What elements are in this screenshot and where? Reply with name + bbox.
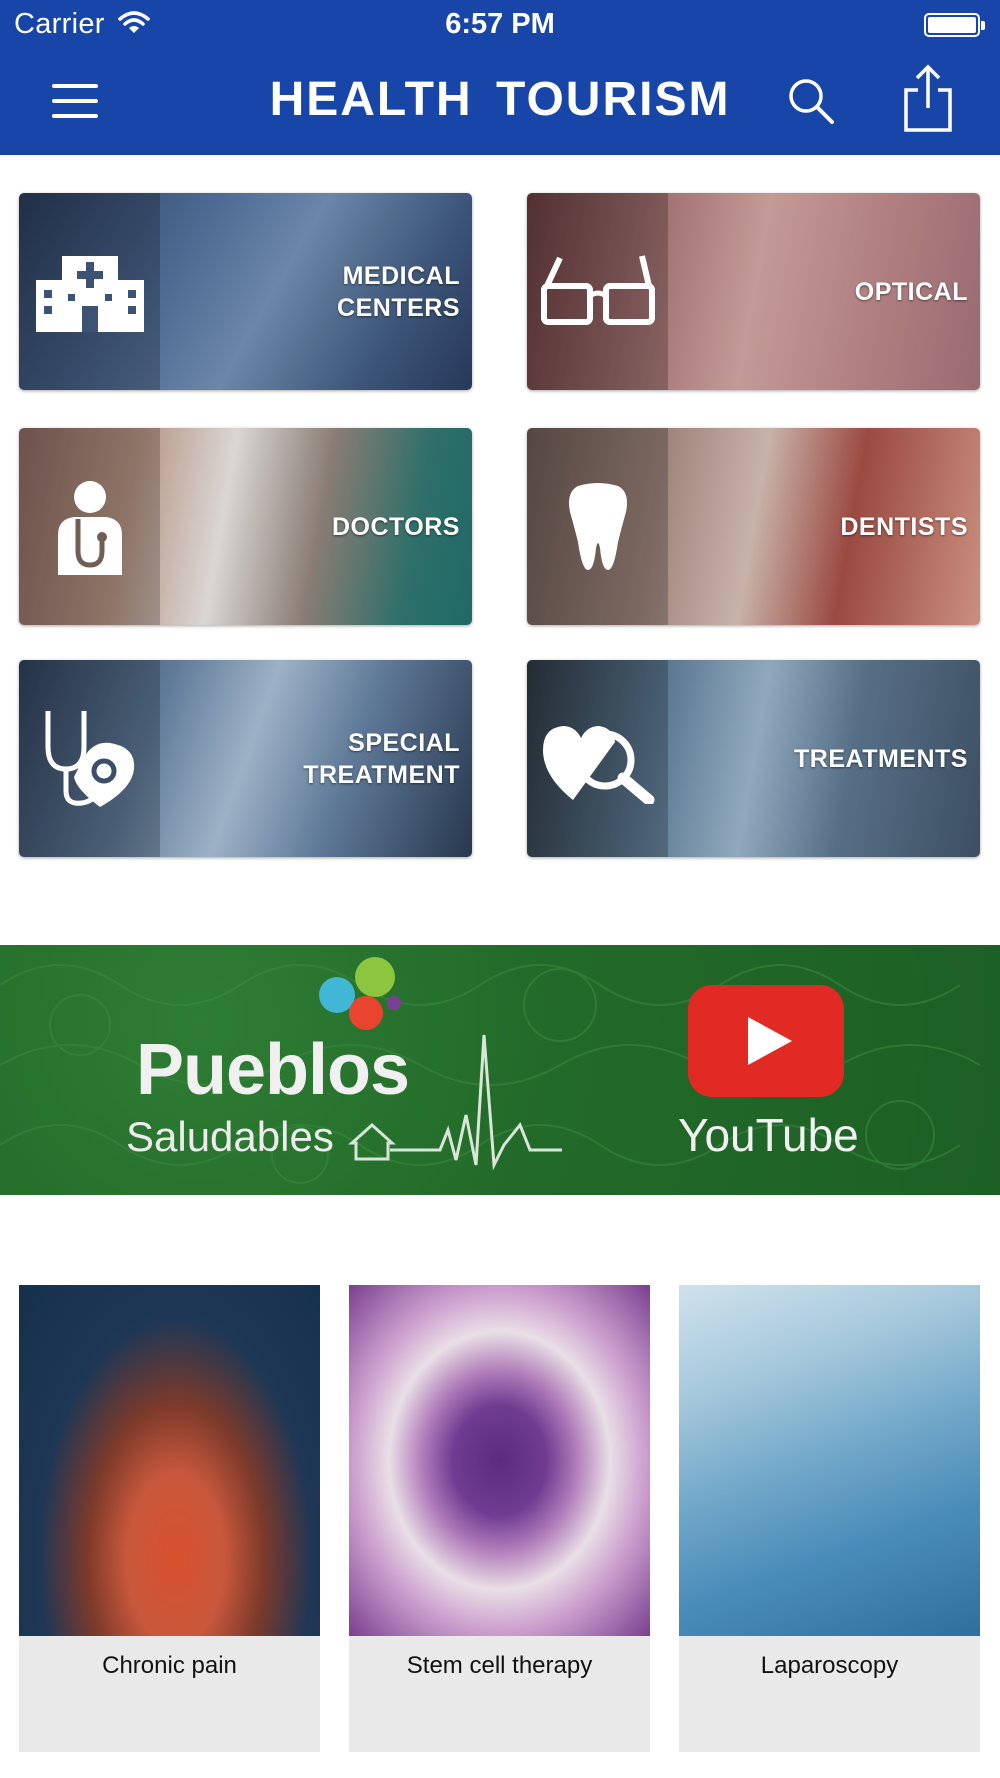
glasses-icon: [527, 193, 668, 390]
battery-icon: [924, 13, 985, 37]
nav-bar: Carrier 6:57 PM HEALTH TOURISM: [0, 0, 1000, 155]
card-stem-cell-therapy[interactable]: Stem cell therapy: [349, 1285, 650, 1752]
tile-label: TREATMENTS: [794, 744, 968, 773]
tile-label: OPTICAL: [854, 277, 968, 306]
youtube-banner[interactable]: Pueblos Saludables YouTube: [0, 945, 1000, 1195]
youtube-label: YouTube: [678, 1109, 859, 1161]
brand-subtitle: Saludables: [126, 1113, 334, 1160]
tile-dentists[interactable]: DENTISTS: [527, 428, 980, 625]
tile-doctors[interactable]: DOCTORS: [19, 428, 472, 625]
card-label: Laparoscopy: [760, 1652, 899, 1679]
card-label: Stem cell therapy: [406, 1652, 593, 1679]
tooth-icon: [527, 428, 668, 625]
card-label: Chronic pain: [102, 1652, 237, 1679]
tile-special-treatment[interactable]: SPECIAL TREATMENT: [19, 660, 472, 857]
status-time: 6:57 PM: [445, 8, 555, 40]
tile-label: DOCTORS: [331, 512, 460, 541]
hospital-icon: [19, 193, 160, 390]
tile-medical-centers[interactable]: MEDICAL CENTERS: [19, 193, 472, 390]
page-title: HEALTH TOURISM: [269, 73, 731, 126]
stethoscope-heart-icon: [19, 660, 160, 857]
tile-treatments[interactable]: TREATMENTS: [527, 660, 980, 857]
chronic-pain-photo: [19, 1285, 320, 1636]
share-icon[interactable]: [902, 64, 954, 134]
tile-label: SPECIAL TREATMENT: [303, 728, 460, 789]
heart-search-icon: [527, 660, 668, 857]
card-chronic-pain[interactable]: Chronic pain: [19, 1285, 320, 1752]
tile-label: MEDICAL CENTERS: [337, 261, 460, 322]
play-icon: [748, 1017, 792, 1065]
status-bar: Carrier 6:57 PM: [0, 0, 1000, 48]
laparoscopy-photo: [679, 1285, 980, 1636]
card-laparoscopy[interactable]: Laparoscopy: [679, 1285, 980, 1752]
tile-optical[interactable]: OPTICAL: [527, 193, 980, 390]
youtube-play-button[interactable]: [688, 985, 844, 1097]
search-icon[interactable]: [786, 76, 836, 126]
tile-label: DENTISTS: [840, 512, 968, 541]
brand-title: Pueblos: [136, 1030, 410, 1110]
doctor-icon: [19, 428, 160, 625]
stem-cell-photo: [349, 1285, 650, 1636]
